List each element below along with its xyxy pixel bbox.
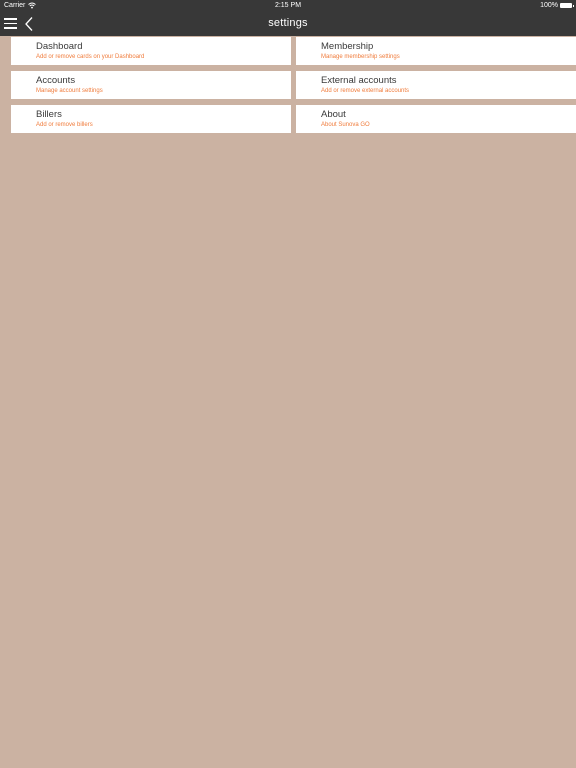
- status-bar: Carrier 2:15 PM 100%: [0, 0, 576, 12]
- settings-item-title: Billers: [36, 109, 62, 120]
- battery-icon: [560, 3, 574, 8]
- settings-item-subtitle: Add or remove cards on your Dashboard: [36, 54, 145, 60]
- page-title: settings: [268, 17, 308, 29]
- settings-item-subtitle: Add or remove external accounts: [321, 88, 410, 94]
- settings-item-subtitle: Manage membership settings: [321, 54, 400, 60]
- status-battery: 100%: [540, 2, 574, 9]
- settings-item-subtitle: Add or remove billers: [36, 122, 93, 128]
- settings-item-billers[interactable]: Billers Add or remove billers: [11, 105, 291, 133]
- settings-item-about[interactable]: About About Sunova GO: [296, 105, 576, 133]
- battery-percent: 100%: [540, 2, 558, 9]
- nav-bar: settings: [0, 12, 576, 36]
- settings-item-dashboard[interactable]: Dashboard Add or remove cards on your Da…: [11, 37, 291, 65]
- settings-item-membership[interactable]: Membership Manage membership settings: [296, 37, 576, 65]
- settings-item-title: Dashboard: [36, 41, 83, 52]
- settings-item-subtitle: About Sunova GO: [321, 122, 370, 128]
- settings-item-title: Membership: [321, 41, 374, 52]
- status-time: 2:15 PM: [274, 2, 302, 9]
- settings-item-external-accounts[interactable]: External accounts Add or remove external…: [296, 71, 576, 99]
- settings-item-title: External accounts: [321, 75, 397, 86]
- settings-item-subtitle: Manage account settings: [36, 88, 103, 94]
- settings-item-title: Accounts: [36, 75, 76, 86]
- settings-item-accounts[interactable]: Accounts Manage account settings: [11, 71, 291, 99]
- settings-item-title: About: [321, 109, 346, 120]
